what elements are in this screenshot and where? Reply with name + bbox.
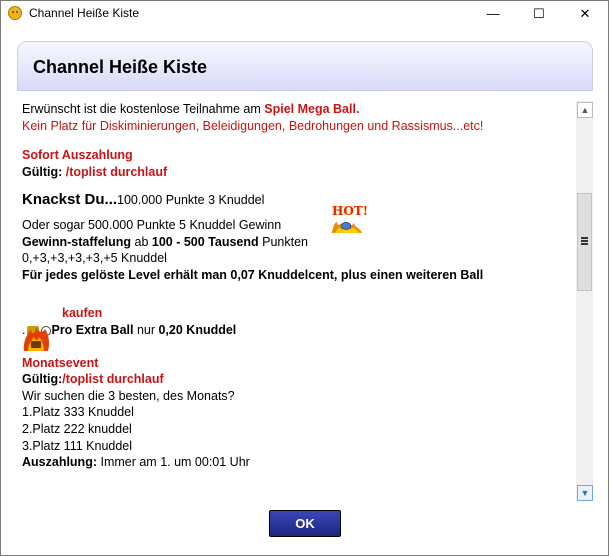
monat-question: Wir suchen die 3 besten, des Monats?: [22, 388, 235, 403]
auszahlung-label: Auszahlung:: [22, 455, 97, 470]
knackst-text: 100.000 Punkte 3 Knuddel: [117, 193, 265, 208]
extra-ball-price: 0,20 Knuddel: [158, 322, 237, 337]
message-body: Erwünscht ist die kostenlose Teilnahme a…: [22, 101, 572, 471]
dialog-window: Channel Heiße Kiste — ☐ ✕ Channel Heiße …: [0, 0, 609, 556]
intro-line: Erwünscht ist die kostenlose Teilnahme a…: [22, 101, 572, 118]
validity-label: Gültig:: [22, 164, 66, 179]
sofort-auszahlung-heading: Sofort Auszahlung: [22, 148, 133, 163]
vertical-scrollbar[interactable]: ▲ ▼: [576, 101, 593, 501]
platz-1: 1.Platz 333 Knuddel: [22, 405, 134, 420]
scroll-thumb[interactable]: [577, 193, 592, 291]
minimize-button[interactable]: —: [470, 1, 516, 27]
staffelung-range: 100 - 500 Tausend: [151, 234, 259, 249]
level-reward-line: Für jedes gelöste Level erhält man 0,07 …: [22, 267, 484, 282]
mega-ball-link[interactable]: Spiel Mega Ball.: [264, 102, 359, 116]
maximize-button[interactable]: ☐: [516, 1, 562, 27]
monat-validity-label: Gültig:: [22, 372, 63, 387]
intro-text: Erwünscht ist die kostenlose Teilnahme a…: [22, 102, 265, 116]
knackst-line: Knackst Du...100.000 Punkte 3 Knuddel: [22, 192, 572, 209]
scroll-down-button[interactable]: ▼: [577, 485, 593, 501]
monat-toplist-link[interactable]: /toplist durchlauf: [62, 372, 163, 386]
grip-icon: [581, 237, 588, 245]
platz-3: 3.Platz 111 Knuddel: [22, 438, 133, 453]
hot-badge: HOT!: [330, 204, 376, 238]
title-bar[interactable]: Channel Heiße Kiste — ☐ ✕: [1, 1, 608, 27]
app-smiley-icon: [8, 6, 22, 20]
auszahlung-line: Auszahlung: Immer am 1. um 00:01 Uhr: [22, 454, 572, 471]
monatsevent-heading: Monatsevent: [22, 355, 99, 370]
ok-button[interactable]: OK: [269, 510, 341, 537]
kaufen-fire-icon: [23, 327, 49, 351]
platz-2: 2.Platz 222 knuddel: [22, 421, 132, 436]
extra-ball-label: Pro Extra Ball: [51, 322, 134, 337]
window-title: Channel Heiße Kiste: [29, 6, 140, 20]
close-button[interactable]: ✕: [562, 1, 608, 27]
kaufen-heading: kaufen: [62, 306, 103, 321]
rules-line: Kein Platz für Diskiminierungen, Beleidi…: [22, 118, 484, 133]
message-content: Erwünscht ist die kostenlose Teilnahme a…: [17, 91, 593, 503]
bonus-line: Oder sogar 500.000 Punkte 5 Knuddel Gewi…: [22, 217, 282, 232]
auszahlung-text: Immer am 1. um 00:01 Uhr: [97, 455, 250, 470]
scroll-up-button[interactable]: ▲: [577, 102, 593, 118]
staffelung-line: Gewinn-staffelung ab 100 - 500 Tausend P…: [22, 234, 572, 251]
monat-validity-line: Gültig:/toplist durchlauf: [22, 371, 572, 388]
dialog-header: Channel Heiße Kiste: [17, 41, 593, 91]
extra-ball-line: . Pro Extra Ball nur 0,20 Knuddel: [22, 322, 572, 339]
dialog-title: Channel Heiße Kiste: [33, 57, 208, 77]
knackst-heading: Knackst Du...: [22, 191, 118, 209]
staffelung-unit: Punkten: [258, 234, 308, 249]
toplist-command-link[interactable]: /toplist durchlauf: [66, 165, 167, 179]
hot-label: HOT!: [332, 204, 368, 218]
staffelung-label: Gewinn-staffelung: [22, 234, 132, 249]
extra-ball-nur: nur: [133, 322, 159, 337]
validity-line: Gültig: /toplist durchlauf: [22, 164, 572, 181]
staffelung-values: 0,+3,+3,+3,+3,+5 Knuddel: [22, 251, 167, 266]
staffelung-ab: ab: [131, 234, 152, 249]
